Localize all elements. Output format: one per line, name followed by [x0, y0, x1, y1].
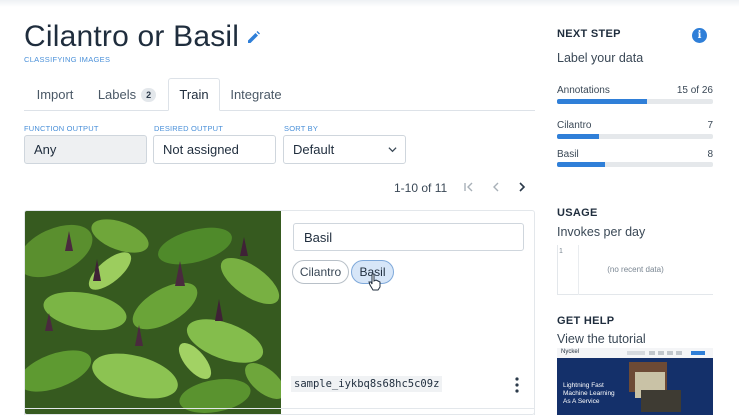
desired-output-value: Not assigned [163, 142, 239, 157]
desired-output-select[interactable]: Not assigned [153, 135, 276, 164]
page-title: Cilantro or Basil [24, 20, 240, 53]
cilantro-progress [557, 134, 713, 139]
sort-by-select[interactable]: Default [283, 135, 406, 164]
tutorial-thumbnail[interactable]: Nyckel Lightning Fast Machine Learning A… [557, 348, 713, 415]
metric-basil: Basil 8 [557, 149, 713, 160]
function-output-value: Any [34, 142, 57, 157]
first-page-icon[interactable] [462, 180, 476, 194]
metric-label: Basil [557, 149, 579, 160]
metric-annotations: Annotations 15 of 26 [557, 85, 713, 96]
function-output-label: FUNCTION OUTPUT [24, 124, 99, 133]
metric-value: 15 of 26 [676, 85, 713, 96]
usage-heading: USAGE [557, 207, 598, 219]
tab-labels[interactable]: Labels 2 [90, 78, 164, 111]
usage-chart: 1 (no recent data) [557, 245, 713, 295]
progress-fill [557, 162, 606, 167]
more-vertical-icon[interactable] [514, 377, 520, 393]
usage-axis-value: 1 [559, 248, 563, 255]
sample-id: sample_iykbq8s68hc5c09z [291, 376, 443, 392]
page-subtitle: CLASSIFYING IMAGES [24, 55, 111, 64]
hand-cursor-icon [368, 273, 381, 291]
function-output-select[interactable]: Any [24, 135, 147, 164]
progress-fill [557, 99, 648, 104]
get-help-heading: GET HELP [557, 315, 615, 327]
next-sample-card [24, 408, 535, 415]
next-step-heading: NEXT STEP [557, 28, 621, 40]
sort-by-label: SORT BY [284, 124, 319, 133]
tab-label: Labels [97, 87, 137, 102]
top-shadow [0, 0, 739, 7]
chip-label: Cilantro [299, 265, 342, 279]
tutorial-tagline: Lightning Fast Machine Learning As A Ser… [563, 382, 615, 405]
metric-label: Annotations [557, 85, 610, 96]
view-tutorial-link[interactable]: View the tutorial [557, 332, 646, 346]
prev-page-icon[interactable] [489, 180, 503, 194]
tab-label: Train [179, 87, 209, 102]
label-input-value: Basil [304, 229, 333, 245]
metric-value: 7 [707, 120, 713, 131]
next-page-icon[interactable] [515, 180, 529, 194]
sample-image[interactable] [25, 211, 281, 415]
usage-text: Invokes per day [557, 225, 646, 239]
tab-label: Integrate [230, 87, 282, 102]
tab-bar: Import Labels 2 Train Integrate [24, 78, 535, 111]
usage-empty-text: (no recent data) [607, 265, 664, 274]
metric-cilantro: Cilantro 7 [557, 120, 713, 131]
sample-card: Basil Cilantro Basil sample_iykbq8s68hc5… [24, 210, 535, 415]
tutorial-brand: Nyckel [561, 349, 580, 355]
chevron-down-icon [388, 147, 397, 153]
tab-train[interactable]: Train [168, 78, 220, 111]
desired-output-label: DESIRED OUTPUT [154, 124, 224, 133]
pagination-range: 1-10 of 11 [394, 181, 448, 195]
next-step-text: Label your data [557, 51, 644, 65]
tab-integrate[interactable]: Integrate [224, 78, 288, 111]
metric-label: Cilantro [557, 120, 592, 131]
progress-fill [557, 134, 600, 139]
sort-by-value: Default [293, 142, 335, 157]
label-input[interactable]: Basil [293, 223, 524, 251]
metric-value: 8 [707, 149, 713, 160]
annotations-progress [557, 99, 713, 104]
info-icon[interactable]: i [692, 28, 707, 43]
basil-progress [557, 162, 713, 167]
tab-label: Import [36, 87, 74, 102]
labels-count-badge: 2 [141, 87, 157, 102]
chip-cilantro[interactable]: Cilantro [292, 260, 349, 284]
tab-import[interactable]: Import [24, 78, 86, 111]
pencil-icon[interactable] [246, 29, 262, 45]
